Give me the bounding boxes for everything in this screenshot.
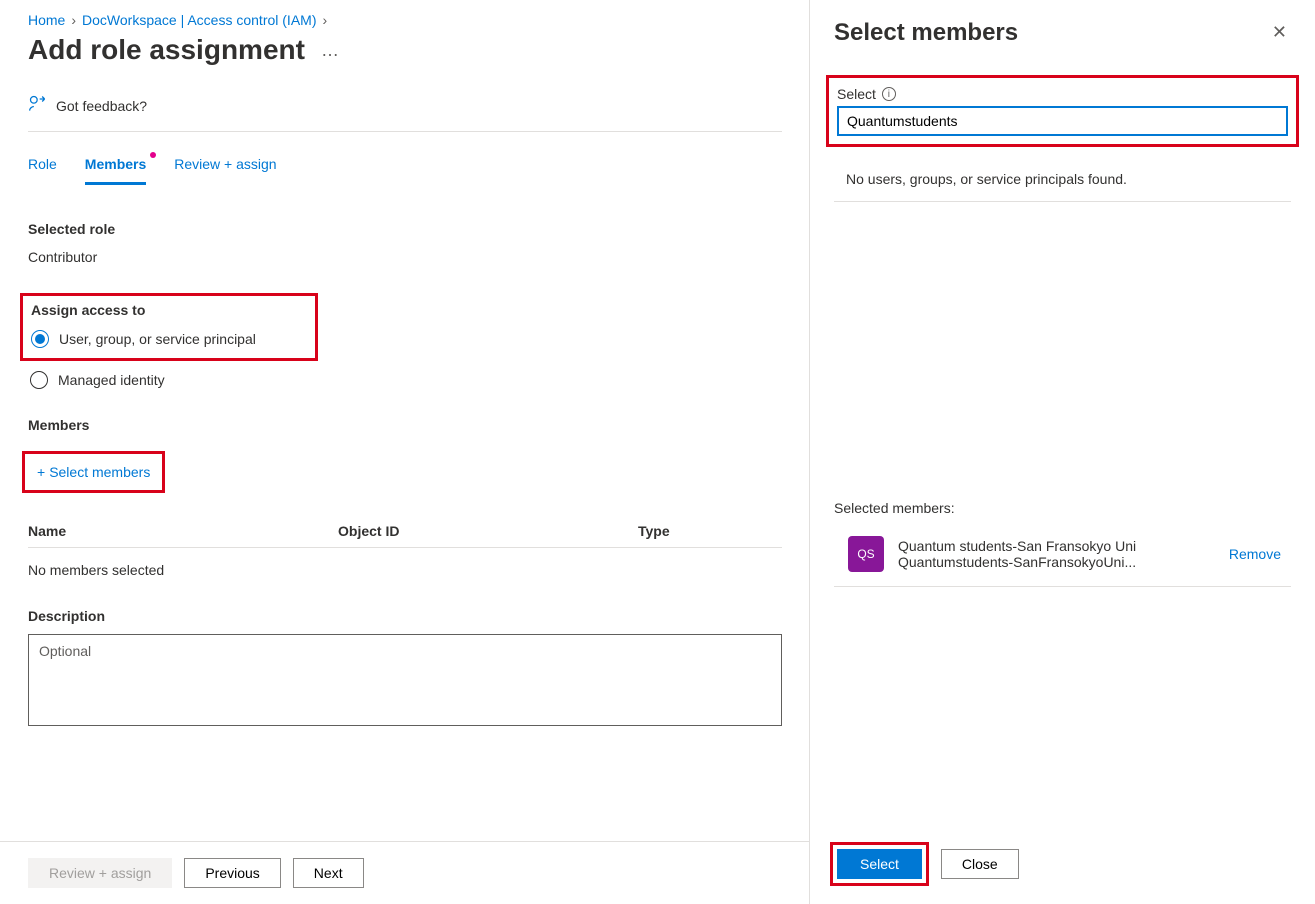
highlight-select-members: + Select members	[22, 451, 165, 493]
highlight-search: Select i	[826, 75, 1299, 147]
feedback-icon	[28, 94, 48, 117]
page-title: Add role assignment	[28, 34, 305, 66]
next-button[interactable]: Next	[293, 858, 364, 888]
highlight-select-button: Select	[830, 842, 929, 886]
select-members-label: Select members	[49, 464, 150, 480]
members-table-header: Name Object ID Type	[28, 523, 782, 548]
radio-mi-label: Managed identity	[58, 372, 165, 388]
member-search-input[interactable]	[837, 106, 1288, 136]
radio-user-label: User, group, or service principal	[59, 331, 256, 347]
tabs: Role Members Review + assign	[28, 156, 782, 185]
close-icon[interactable]: ✕	[1268, 18, 1291, 47]
col-type: Type	[638, 523, 782, 539]
radio-unselected-icon	[30, 371, 48, 389]
members-label: Members	[28, 417, 782, 433]
tab-review[interactable]: Review + assign	[174, 156, 276, 185]
select-members-link[interactable]: + Select members	[37, 464, 150, 480]
notification-dot-icon	[150, 152, 156, 158]
selected-role-value: Contributor	[28, 249, 782, 265]
feedback-label: Got feedback?	[56, 98, 147, 114]
members-table-empty: No members selected	[28, 548, 782, 608]
review-assign-button[interactable]: Review + assign	[28, 858, 172, 888]
tab-members-label: Members	[85, 156, 146, 172]
selected-member-row: QS Quantum students-San Fransokyo Uni Qu…	[834, 536, 1291, 587]
assign-access-label: Assign access to	[31, 302, 307, 318]
radio-selected-icon	[31, 330, 49, 348]
breadcrumb: Home › DocWorkspace | Access control (IA…	[28, 12, 782, 28]
chevron-right-icon: ›	[322, 12, 327, 28]
select-members-panel: Select members ✕ Select i No users, grou…	[809, 0, 1315, 904]
feedback-link[interactable]: Got feedback?	[28, 94, 782, 132]
close-button[interactable]: Close	[941, 849, 1019, 879]
select-label-text: Select	[837, 86, 876, 102]
avatar: QS	[848, 536, 884, 572]
main-footer: Review + assign Previous Next	[0, 841, 810, 904]
no-results-message: No users, groups, or service principals …	[834, 165, 1291, 202]
selected-members-label: Selected members:	[834, 500, 1291, 516]
select-button[interactable]: Select	[837, 849, 922, 879]
selected-role-label: Selected role	[28, 221, 782, 237]
radio-managed-identity[interactable]: Managed identity	[30, 371, 782, 389]
col-object-id: Object ID	[338, 523, 638, 539]
tab-members[interactable]: Members	[85, 156, 146, 185]
col-name: Name	[28, 523, 338, 539]
radio-user-group[interactable]: User, group, or service principal	[31, 330, 307, 348]
panel-title: Select members	[834, 19, 1018, 47]
more-actions-icon[interactable]: …	[321, 40, 339, 61]
description-input[interactable]	[28, 634, 782, 726]
tab-role[interactable]: Role	[28, 156, 57, 185]
breadcrumb-workspace[interactable]: DocWorkspace | Access control (IAM)	[82, 12, 316, 28]
plus-icon: +	[37, 464, 45, 480]
member-name: Quantum students-San Fransokyo Uni	[898, 538, 1215, 554]
chevron-right-icon: ›	[71, 12, 76, 28]
member-secondary: Quantumstudents-SanFransokyoUni...	[898, 554, 1215, 570]
select-label: Select i	[837, 86, 1288, 102]
info-icon[interactable]: i	[882, 87, 896, 101]
highlight-assign-access: Assign access to User, group, or service…	[20, 293, 318, 361]
description-label: Description	[28, 608, 782, 624]
previous-button[interactable]: Previous	[184, 858, 280, 888]
breadcrumb-home[interactable]: Home	[28, 12, 65, 28]
remove-member-link[interactable]: Remove	[1229, 546, 1281, 562]
